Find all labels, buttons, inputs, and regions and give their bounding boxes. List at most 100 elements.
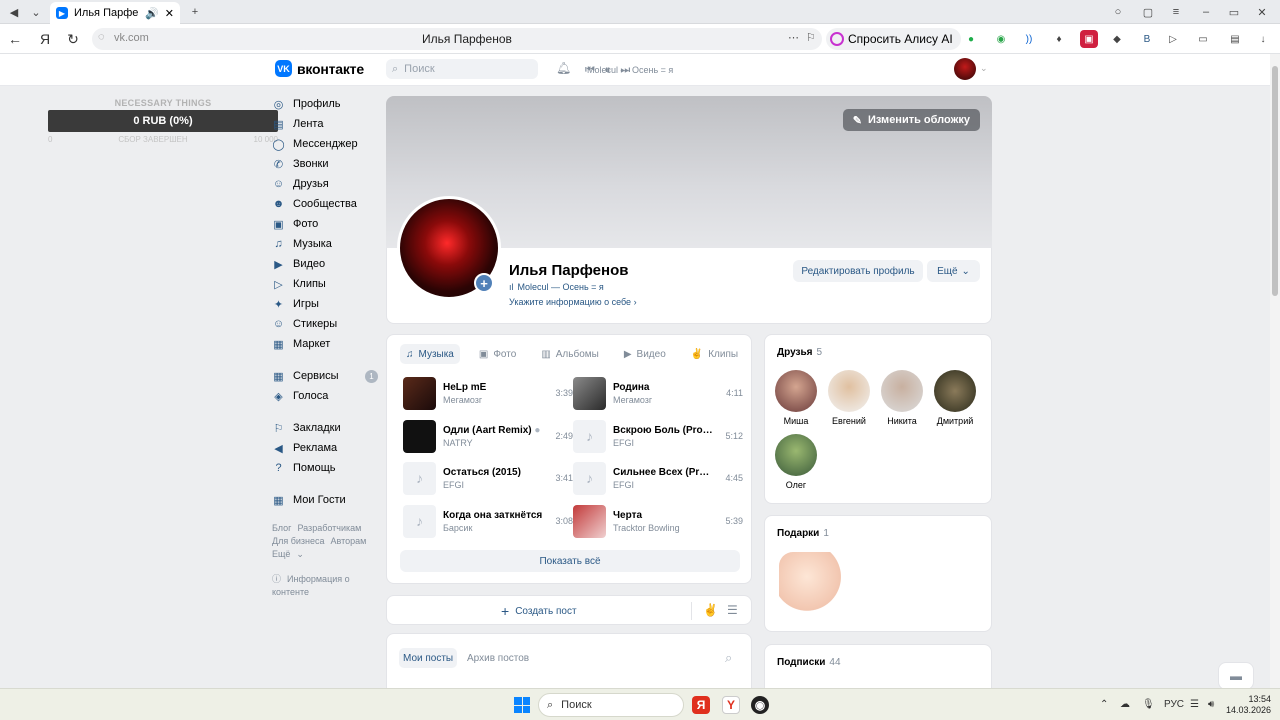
menu-item-calls[interactable]: ✆ Звонки	[272, 154, 380, 174]
menu-item-votes[interactable]: ◈ Голоса	[272, 386, 380, 406]
track-item[interactable]: ♪ Сильнее Всех (Pro... EFGI 4:45	[573, 461, 743, 495]
footer-link-more[interactable]: Ещё	[272, 549, 290, 559]
language-indicator[interactable]: РУС	[1164, 699, 1184, 710]
extension-evernote-icon[interactable]: ●	[962, 30, 980, 48]
show-all-button[interactable]: Показать всё	[400, 550, 740, 572]
more-button[interactable]: Ещё ⌄	[927, 260, 980, 282]
vk-logo[interactable]: VK вконтакте	[275, 60, 364, 77]
reload-icon[interactable]: ↻	[64, 30, 82, 48]
friend-item[interactable]: Никита	[877, 370, 927, 426]
clock[interactable]: 13:54 14.03.2026	[1226, 694, 1271, 716]
chevron-down-icon[interactable]: ⌄	[980, 63, 988, 74]
wifi-icon[interactable]: ☰	[1190, 699, 1199, 710]
extension-pocket-icon[interactable]: ▣	[1080, 30, 1098, 48]
alice-button[interactable]: Спросить Алису AI	[826, 28, 961, 50]
close-window-icon[interactable]: ✕	[1254, 4, 1270, 20]
friend-item[interactable]: Евгений	[824, 370, 874, 426]
tab-list-chevron-icon[interactable]: ⌄	[28, 4, 44, 20]
menu-item-feed[interactable]: ▤ Лента	[272, 114, 380, 134]
extension-audio-icon[interactable]: ))	[1020, 30, 1038, 48]
menu-item-communities[interactable]: ☻ Сообщества	[272, 194, 380, 214]
menu-icon[interactable]: ≡	[1168, 4, 1184, 20]
menu-item-stickers[interactable]: ☺ Стикеры	[272, 314, 380, 334]
more-dots-icon[interactable]: ⋯	[788, 31, 799, 44]
menu-item-profile[interactable]: ◎ Профиль	[272, 94, 380, 114]
tab-video[interactable]: ▶ Видео	[618, 344, 672, 364]
restore-icon[interactable]: ▭	[1226, 4, 1242, 20]
back-icon[interactable]: ←	[6, 30, 24, 48]
scrollbar[interactable]	[1270, 54, 1280, 688]
downloads-panel-icon[interactable]: ▤	[1226, 30, 1244, 48]
tray-chevron-icon[interactable]: ⌃	[1100, 699, 1108, 710]
extension-pin-icon[interactable]: ♦	[1050, 30, 1068, 48]
url-text[interactable]: vk.com	[114, 32, 149, 44]
track-item[interactable]: Черта Tracktor Bowling 5:39	[573, 504, 743, 538]
subscriptions-header[interactable]: Подписки 44	[777, 657, 841, 668]
url-box[interactable]: ◌ vk.com Илья Парфенов ⋯ ⚐	[92, 28, 822, 50]
extension-chat-icon[interactable]: ◉	[992, 30, 1010, 48]
track-item[interactable]: ♪ Остаться (2015) EFGI 3:41	[403, 461, 573, 495]
friends-header[interactable]: Друзья 5	[777, 347, 822, 358]
yandex-app-icon[interactable]: Я	[692, 696, 710, 714]
tab-music[interactable]: ♫ Музыка	[400, 344, 460, 364]
clip-icon[interactable]: ✌	[703, 603, 718, 617]
menu-item-photos[interactable]: ▣ Фото	[272, 214, 380, 234]
track-item[interactable]: ♪ Вскрою Боль (Prod... EFGI 5:12	[573, 419, 743, 453]
tab-my-posts[interactable]: Мои посты	[399, 648, 458, 668]
footer-link-blog[interactable]: Блог	[272, 523, 291, 533]
bookmark-icon[interactable]: ⚐	[806, 31, 816, 44]
tab-photos[interactable]: ▣ Фото	[473, 344, 522, 364]
footer-link-authors[interactable]: Авторам	[331, 536, 367, 546]
tab-audio-icon[interactable]: 🔊	[145, 7, 159, 20]
minimize-icon[interactable]: –	[1198, 4, 1214, 20]
menu-item-messenger[interactable]: ◯ Мессенджер	[272, 134, 380, 154]
change-cover-button[interactable]: ✎ Изменить обложку	[842, 109, 980, 131]
windows-start-icon[interactable]	[514, 697, 530, 713]
tab-albums[interactable]: ▥ Альбомы	[535, 344, 605, 364]
tray-cloud-icon[interactable]: ☁	[1120, 699, 1130, 710]
yandex-browser-icon[interactable]: Y	[722, 696, 740, 714]
taskbar-search[interactable]: ⌕ Поиск	[538, 693, 684, 717]
edit-profile-button[interactable]: Редактировать профиль	[793, 260, 923, 282]
menu-item-market[interactable]: ▦ Маркет	[272, 334, 380, 354]
profile-info-link[interactable]: Укажите информацию о себе ›	[509, 297, 637, 307]
gifts-header[interactable]: Подарки 1	[777, 528, 829, 539]
now-playing-text[interactable]: Molecul — Осень = я	[587, 53, 757, 87]
download-icon[interactable]: ↓	[1254, 30, 1272, 48]
menu-item-music[interactable]: ♫ Музыка	[272, 234, 380, 254]
friend-item[interactable]: Дмитрий	[930, 370, 980, 426]
friend-item[interactable]: Миша	[771, 370, 821, 426]
menu-item-ads[interactable]: ◀ Реклама	[272, 438, 380, 458]
menu-item-help[interactable]: ? Помощь	[272, 458, 380, 478]
menu-item-friends[interactable]: ☺ Друзья	[272, 174, 380, 194]
yandex-icon[interactable]: Я	[36, 30, 54, 48]
microphone-icon[interactable]: 🎙︎	[1142, 699, 1155, 710]
tab-archive[interactable]: Архив постов	[463, 648, 533, 668]
cast-icon[interactable]: ▭	[1194, 30, 1212, 48]
new-tab-icon[interactable]: +	[187, 4, 203, 20]
menu-item-bookmarks[interactable]: ⚐ Закладки	[272, 418, 380, 438]
vk-search-input[interactable]: ⌕ Поиск	[386, 59, 538, 79]
track-item[interactable]: Родина Мегамозг 4:11	[573, 376, 743, 410]
menu-item-services[interactable]: ▦ Сервисы 1	[272, 366, 380, 386]
friend-item[interactable]: Олег	[771, 434, 821, 490]
profile-icon[interactable]: ○	[1110, 4, 1126, 20]
menu-item-clips[interactable]: ▷ Клипы	[272, 274, 380, 294]
steam-icon[interactable]: ◉	[751, 696, 769, 714]
speaker-icon[interactable]: ◀	[6, 4, 22, 20]
menu-item-guests[interactable]: ▦ Мои Гости	[272, 490, 380, 510]
sort-icon[interactable]: ☰	[727, 603, 738, 617]
user-avatar[interactable]	[954, 58, 976, 80]
search-icon[interactable]: ⌕	[725, 650, 732, 666]
bookmarks-panel-icon[interactable]: ▢	[1140, 4, 1156, 20]
track-item[interactable]: HeLp mE Мегамозг 3:39	[403, 376, 573, 410]
extension-tools-icon[interactable]: ◆	[1108, 30, 1126, 48]
bell-icon[interactable]: 🔔︎	[556, 61, 571, 75]
menu-item-video[interactable]: ▶ Видео	[272, 254, 380, 274]
menu-item-games[interactable]: ✦ Игры	[272, 294, 380, 314]
extension-play-icon[interactable]: ▷	[1164, 30, 1182, 48]
add-story-icon[interactable]: +	[474, 273, 494, 293]
scrollbar-thumb[interactable]	[1272, 66, 1278, 296]
chat-bubble-icon[interactable]: ▬	[1218, 662, 1254, 690]
footer-link-business[interactable]: Для бизнеса	[272, 536, 325, 546]
